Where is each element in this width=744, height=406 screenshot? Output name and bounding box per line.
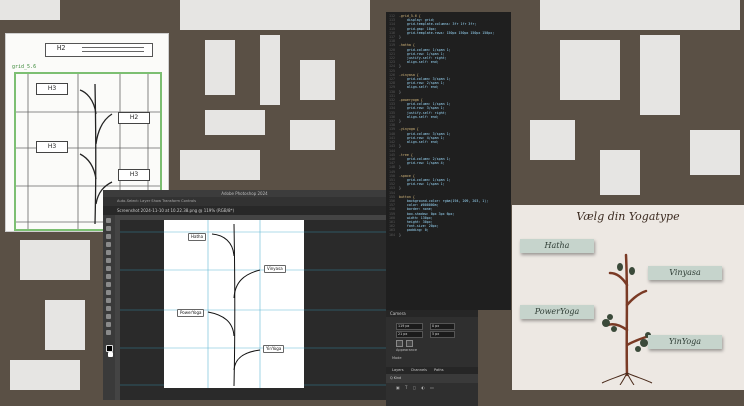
canvas-label-yinyoga: YinYoga <box>263 345 285 353</box>
brush-tool-icon[interactable] <box>106 258 111 263</box>
options-text: Auto-Select: Layer Show Transform Contro… <box>117 199 197 203</box>
sketch-box-h3-mid: H3 <box>36 141 68 153</box>
x-field[interactable]: 0 px <box>430 323 455 330</box>
photoshop-options-bar: Auto-Select: Layer Show Transform Contro… <box>103 197 386 206</box>
canvas-label-poweryoga: PowerYoga <box>177 309 205 317</box>
layer-filter-row[interactable]: Q Kind <box>386 374 478 383</box>
line-text: } <box>398 144 401 149</box>
properties-panel: Camera 119 px 21 px 0 px 5 px Appearance… <box>386 310 478 406</box>
mode-label: Mode <box>392 356 402 360</box>
sketch-box-h2-right: H2 <box>118 112 150 124</box>
line-text: } <box>398 165 401 170</box>
document-tab[interactable]: Screenshot 2024-11-10 at 10.22.38.png @ … <box>103 206 386 215</box>
layer-filter-icons: ▣ T ◻ ◐ ▭ <box>396 385 436 390</box>
height-field[interactable]: 21 px <box>396 331 423 338</box>
line-text: } <box>398 64 401 69</box>
document-tab-label: Screenshot 2024-11-10 at 10.22.38.png @ … <box>117 208 235 213</box>
layers-tabs: Layers Channels Paths <box>386 367 478 374</box>
width-field[interactable]: 119 px <box>396 323 423 330</box>
foreground-color-icon[interactable] <box>106 345 113 352</box>
gradient-tool-icon[interactable] <box>106 282 111 287</box>
code-editor[interactable]: 112 .grid_5.6 {113 display: grid; 114 gri… <box>386 12 511 310</box>
pen-tool-icon[interactable] <box>106 290 111 295</box>
line-number: 164 <box>389 232 399 237</box>
background-color-icon[interactable] <box>108 352 113 357</box>
line-text: grid-row: 1/span 1; <box>398 182 445 187</box>
poweryoga-button[interactable]: PowerYoga <box>520 305 594 319</box>
line-text: align-self: end; <box>398 140 439 145</box>
sketch-header-box: H2 <box>45 43 153 57</box>
zoom-tool-icon[interactable] <box>106 330 111 335</box>
code-line: 116 grid-template-rows: 150px 150px 150p… <box>389 31 494 35</box>
photoshop-canvas-area[interactable]: Hatha Vinyasa PowerYoga YinYoga <box>120 220 386 400</box>
line-text: } <box>398 89 401 94</box>
vinyasa-button[interactable]: Vinyasa <box>648 266 722 280</box>
type-tool-icon[interactable] <box>106 298 111 303</box>
eraser-tool-icon[interactable] <box>106 274 111 279</box>
yinyoga-button[interactable]: YinYoga <box>648 335 722 349</box>
marquee-tool-icon[interactable] <box>106 226 111 231</box>
line-text: align-self: end; <box>398 85 439 90</box>
sketch-header-label: H2 <box>57 44 66 52</box>
sketch-box-h3-bottom: H3 <box>118 169 150 181</box>
photoshop-window: Adobe Photoshop 2024 Auto-Select: Layer … <box>103 190 386 400</box>
sketch-grid-label: grid_5.6 <box>12 64 37 70</box>
code-line: 164 } <box>389 233 494 237</box>
appearance-label: Appearance <box>396 348 418 352</box>
canvas-label-hatha: Hatha <box>188 233 207 241</box>
line-text: grid-row: 1/span 4; <box>398 161 445 166</box>
line-text: } <box>398 119 401 124</box>
shape-tool-icon[interactable] <box>106 314 111 319</box>
hatha-button[interactable]: Hatha <box>520 239 594 253</box>
crop-tool-icon[interactable] <box>106 242 111 247</box>
line-text: align-self: end; <box>398 114 439 119</box>
tools-panel <box>103 215 115 400</box>
y-field[interactable]: 5 px <box>430 331 455 338</box>
line-text: grid-template-rows: 150px 150px 150px 15… <box>398 30 495 35</box>
tab-channels[interactable]: Channels <box>411 368 427 372</box>
layer-filter-label: Q Kind <box>390 376 402 380</box>
move-tool-icon[interactable] <box>106 218 111 223</box>
fill-swatch[interactable] <box>396 340 403 347</box>
stamp-tool-icon[interactable] <box>106 266 111 271</box>
line-text: } <box>398 232 401 237</box>
sketch-box-h3-top: H3 <box>36 83 68 95</box>
canvas-label-vinyasa: Vinyasa <box>264 265 286 273</box>
line-text: padding: 0; <box>398 228 429 233</box>
photoshop-titlebar: Adobe Photoshop 2024 <box>103 190 386 197</box>
line-text: } <box>398 186 401 191</box>
lasso-tool-icon[interactable] <box>106 234 111 239</box>
hand-tool-icon[interactable] <box>106 322 111 327</box>
yoga-title: Vælg din Yogatype <box>576 210 680 223</box>
tab-paths[interactable]: Paths <box>434 368 444 372</box>
tab-layers[interactable]: Layers <box>392 368 404 372</box>
eyedropper-tool-icon[interactable] <box>106 250 111 255</box>
path-tool-icon[interactable] <box>106 306 111 311</box>
properties-header: Camera <box>386 310 478 317</box>
stroke-swatch[interactable] <box>406 340 413 347</box>
css-code: 112 .grid_5.6 {113 display: grid; 114 gri… <box>389 14 494 237</box>
line-text: } <box>398 35 401 40</box>
yoga-page-preview: Vælg din Yogatype Hatha Vinyasa PowerYog… <box>512 205 744 390</box>
line-text: align-self: end; <box>398 60 439 65</box>
